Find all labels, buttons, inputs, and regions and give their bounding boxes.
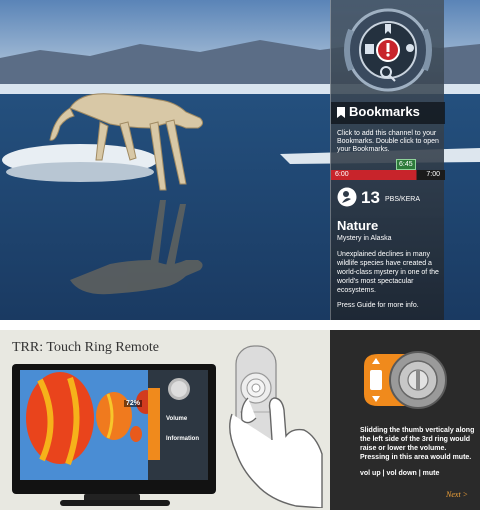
tv-screen: 72% Volume Information	[20, 370, 208, 480]
program-subtitle: Mystery in Alaska	[337, 235, 392, 242]
next-link[interactable]: Next >	[446, 490, 468, 499]
ring-description: Slidding the thumb verticaly along the l…	[360, 427, 475, 461]
pbs-logo-icon	[337, 187, 357, 207]
ring-menu-icon[interactable]	[333, 4, 443, 100]
tv-set: 72% Volume Information	[12, 364, 216, 494]
program-title: Nature	[337, 218, 379, 233]
guide-hint: Press Guide for more info.	[337, 302, 419, 309]
trr-concept-panel: TRR: Touch Ring Remote 72% Volume Inform…	[0, 330, 330, 510]
tv-guide-panel: Bookmarks Click to add this channel to y…	[0, 0, 480, 320]
concept-title: TRR: Touch Ring Remote	[12, 340, 159, 355]
bookmarks-title[interactable]: Bookmarks	[349, 104, 420, 119]
start-time: 6:00	[335, 171, 349, 178]
end-time: 7:00	[426, 171, 440, 178]
ring-detail-panel: Slidding the thumb verticaly along the l…	[330, 330, 480, 510]
program-description: Unexplained declines in many wildlife sp…	[337, 251, 439, 294]
menu-item-volume[interactable]: Volume	[166, 416, 187, 422]
volume-slider[interactable]	[148, 388, 160, 460]
volume-readout: 72%	[124, 400, 143, 407]
touch-ring-volume-icon[interactable]	[360, 350, 450, 410]
tv-base	[60, 500, 170, 506]
ring-actions: vol up | vol down | mute	[360, 470, 440, 477]
remote-in-hand-icon	[229, 345, 323, 508]
current-time-badge: 6:45	[396, 159, 416, 170]
bookmarks-description: Click to add this channel to your Bookma…	[337, 130, 439, 153]
ring-knob-icon	[168, 378, 190, 400]
channel-number: 13	[361, 188, 380, 207]
info-overlay: Bookmarks Click to add this channel to y…	[330, 0, 445, 320]
channel-network: PBS/KERA	[385, 196, 421, 203]
menu-item-information[interactable]: Information	[166, 436, 199, 442]
